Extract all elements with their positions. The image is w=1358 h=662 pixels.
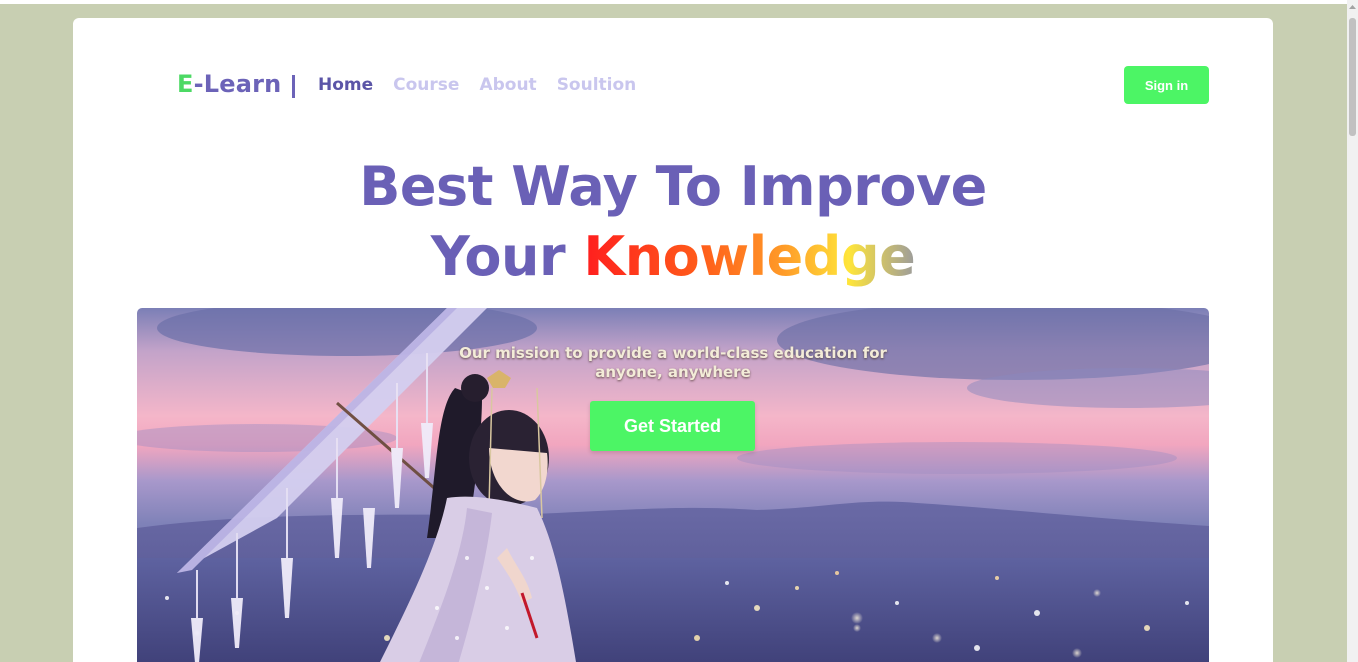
logo[interactable]: E-Learn bbox=[177, 70, 281, 98]
page-headline: Best Way To Improve Your Knowledge bbox=[73, 152, 1273, 292]
nav-course[interactable]: Course bbox=[393, 75, 459, 95]
scrollbar-thumb[interactable] bbox=[1349, 18, 1356, 136]
logo-e: E bbox=[177, 70, 194, 98]
logo-divider bbox=[292, 75, 295, 98]
browser-top-strip bbox=[0, 0, 1347, 4]
headline-highlight: Knowledge bbox=[583, 225, 916, 288]
nav-home[interactable]: Home bbox=[318, 75, 373, 95]
headline-line1: Best Way To Improve bbox=[359, 155, 987, 218]
nav-solution[interactable]: Soultion bbox=[557, 75, 637, 95]
hero-banner: Our mission to provide a world-class edu… bbox=[137, 308, 1209, 662]
scroll-up-arrow-icon[interactable] bbox=[1347, 2, 1358, 12]
logo-text: -Learn bbox=[193, 70, 282, 98]
sign-in-button[interactable]: Sign in bbox=[1124, 66, 1209, 104]
page-card: E-Learn Home Course About Soultion Sign … bbox=[73, 18, 1273, 662]
headline-line2-plain: Your bbox=[430, 225, 566, 288]
page-scrollbar[interactable] bbox=[1347, 0, 1358, 662]
main-nav: Home Course About Soultion bbox=[318, 75, 636, 95]
mission-text: Our mission to provide a world-class edu… bbox=[459, 344, 887, 381]
nav-about[interactable]: About bbox=[479, 75, 536, 95]
get-started-button[interactable]: Get Started bbox=[590, 401, 755, 451]
